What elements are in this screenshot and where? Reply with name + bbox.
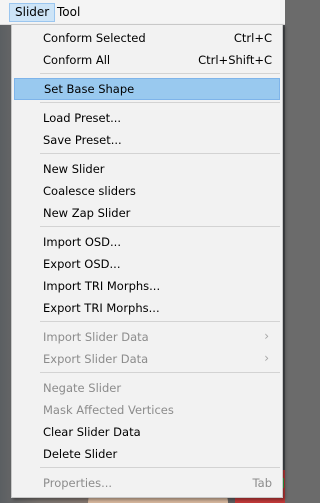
menu-item-new-zap-slider[interactable]: New Zap Slider [14, 202, 280, 224]
menu-item-label: Save Preset... [43, 133, 122, 147]
menu-item-label: New Slider [43, 162, 105, 176]
menu-item-properties[interactable]: Properties... Tab [14, 472, 280, 494]
menu-item-label: Load Preset... [43, 111, 122, 125]
menu-separator [40, 467, 280, 468]
menu-slider[interactable]: Slider [9, 3, 56, 22]
menu-bar: Slider Tool [0, 0, 285, 25]
menu-item-label: Import TRI Morphs... [43, 279, 161, 293]
menu-item-label: Mask Affected Vertices [43, 403, 174, 417]
menu-item-label: Properties... [43, 476, 113, 490]
menu-item-clear-slider-data[interactable]: Clear Slider Data [14, 421, 280, 443]
menu-item-export-osd[interactable]: Export OSD... [14, 253, 280, 275]
menu-item-label: Set Base Shape [44, 82, 135, 96]
menu-item-import-tri-morphs[interactable]: Import TRI Morphs... [14, 275, 280, 297]
menu-item-coalesce-sliders[interactable]: Coalesce sliders [14, 180, 280, 202]
menu-separator [40, 153, 280, 154]
menu-item-load-preset[interactable]: Load Preset... [14, 107, 280, 129]
menu-item-set-base-shape[interactable]: Set Base Shape [14, 78, 280, 100]
menu-item-shortcut: Ctrl+C [233, 31, 272, 45]
menu-item-import-slider-data[interactable]: Import Slider Data › [14, 326, 280, 348]
menu-item-label: Conform All [43, 53, 111, 67]
menu-item-shortcut: Ctrl+Shift+C [198, 53, 272, 67]
menu-separator [40, 73, 280, 74]
menu-tool[interactable]: Tool [52, 3, 85, 22]
submenu-arrow-icon: › [264, 329, 269, 343]
menu-item-negate-slider[interactable]: Negate Slider [14, 377, 280, 399]
menu-separator [40, 226, 280, 227]
menu-item-import-osd[interactable]: Import OSD... [14, 231, 280, 253]
menu-separator [40, 321, 280, 322]
menu-item-shortcut: Tab [252, 476, 272, 490]
menu-item-label: Import Slider Data [43, 330, 149, 344]
menu-item-label: New Zap Slider [43, 206, 131, 220]
menu-item-label: Export Slider Data [43, 352, 149, 366]
menu-item-label: Export TRI Morphs... [43, 301, 160, 315]
menu-separator [40, 102, 280, 103]
menu-item-mask-affected-vertices[interactable]: Mask Affected Vertices [14, 399, 280, 421]
menu-item-conform-all[interactable]: Conform All Ctrl+Shift+C [14, 49, 280, 71]
menu-item-label: Negate Slider [43, 381, 122, 395]
slider-dropdown-menu: Conform Selected Ctrl+C Conform All Ctrl… [11, 24, 283, 498]
menu-item-export-tri-morphs[interactable]: Export TRI Morphs... [14, 297, 280, 319]
menu-item-export-slider-data[interactable]: Export Slider Data › [14, 348, 280, 370]
menu-item-label: Clear Slider Data [43, 425, 141, 439]
menu-item-conform-selected[interactable]: Conform Selected Ctrl+C [14, 27, 280, 49]
menu-item-label: Delete Slider [43, 447, 118, 461]
menu-item-label: Coalesce sliders [43, 184, 136, 198]
menu-separator [40, 372, 280, 373]
menu-item-label: Conform Selected [43, 31, 146, 45]
menu-item-save-preset[interactable]: Save Preset... [14, 129, 280, 151]
submenu-arrow-icon: › [264, 351, 269, 365]
menu-item-new-slider[interactable]: New Slider [14, 158, 280, 180]
menu-item-delete-slider[interactable]: Delete Slider [14, 443, 280, 465]
menu-item-label: Export OSD... [43, 257, 121, 271]
menu-item-label: Import OSD... [43, 235, 121, 249]
